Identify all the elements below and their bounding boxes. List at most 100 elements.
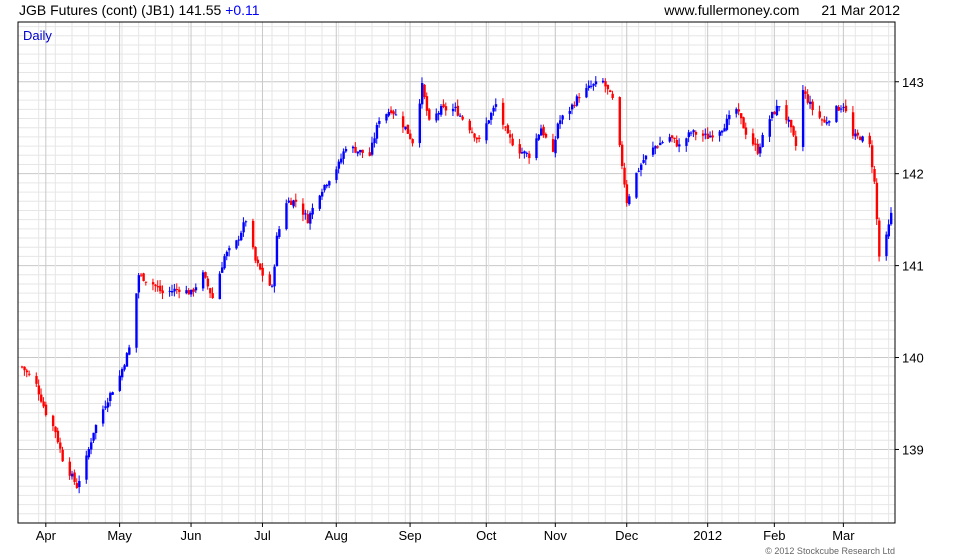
- ohlc-bar-body: [709, 135, 712, 138]
- ohlc-bar-body: [140, 274, 143, 276]
- ohlc-bar-body: [711, 135, 714, 138]
- ohlc-bar-body: [440, 106, 443, 115]
- ohlc-bar-body: [106, 402, 110, 408]
- ohlc-bar-body: [568, 110, 571, 114]
- ohlc-bar-body: [787, 119, 791, 122]
- y-axis-ticks: 139 140 141 142 143: [895, 75, 924, 457]
- ohlc-bar-body: [311, 207, 314, 215]
- ohlc-bar-body: [556, 123, 560, 139]
- ohlc-bar-body: [806, 94, 810, 103]
- ohlc-bar-body: [475, 137, 479, 140]
- ohlc-bar-body: [101, 409, 105, 424]
- ohlc-bar-body: [359, 149, 362, 153]
- ohlc-bar-body: [392, 111, 395, 115]
- ohlc-bar-body: [301, 203, 305, 215]
- ohlc-bar-body: [870, 145, 874, 168]
- ohlc-bar-body: [428, 109, 431, 120]
- ohlc-bar-body: [509, 134, 512, 138]
- x-tick-label: Aug: [325, 528, 348, 543]
- ohlc-bar-body: [573, 105, 576, 107]
- ohlc-bar-body: [723, 128, 726, 132]
- x-tick-label: 2012: [693, 528, 722, 543]
- ohlc-bar-body: [820, 119, 824, 121]
- ohlc-bar-body: [611, 93, 614, 98]
- ohlc-bar-body: [37, 385, 41, 395]
- ohlc-bar-body: [790, 119, 793, 128]
- ohlc-bar-body: [690, 132, 693, 134]
- ohlc-bar-body: [128, 347, 131, 355]
- ohlc-bar-body: [494, 104, 498, 107]
- x-tick-label: Dec: [615, 528, 639, 543]
- ohlc-bar-body: [325, 184, 329, 187]
- ohlc-bar-body: [178, 289, 181, 292]
- ohlc-bar-body: [823, 119, 826, 123]
- ohlc-bar-body: [678, 144, 681, 147]
- ohlc-bar-body: [492, 107, 495, 112]
- x-tick-label: Apr: [36, 528, 57, 543]
- ohlc-bar-body: [168, 290, 172, 292]
- ohlc-bar-body: [78, 481, 81, 487]
- ohlc-bar-body: [425, 96, 429, 111]
- ohlc-bar-body: [209, 288, 212, 294]
- ohlc-bar-body: [890, 212, 893, 225]
- ohlc-bar-body: [344, 148, 348, 152]
- ohlc-bar-body: [701, 133, 705, 136]
- ohlc-bar-body: [161, 290, 164, 294]
- ohlc-bar-body: [409, 133, 412, 139]
- ohlc-bar-body: [111, 392, 114, 395]
- ohlc-bar-body: [794, 136, 798, 147]
- ohlc-bar-body: [720, 130, 724, 133]
- ohlc-bar-body: [785, 105, 788, 121]
- ohlc-bar-body: [506, 125, 510, 134]
- ohlc-bar-body: [244, 221, 248, 223]
- ohlc-bar-body: [835, 105, 838, 122]
- ohlc-bar-body: [28, 373, 31, 375]
- ohlc-bar-body: [885, 234, 888, 257]
- ohlc-bar-body: [644, 155, 648, 160]
- ohlc-bar-body: [335, 169, 338, 180]
- ohlc-bar-body: [523, 151, 526, 154]
- ohlc-bar-body: [459, 115, 462, 117]
- ohlc-bar-body: [242, 222, 245, 233]
- ohlc-bar-body: [754, 143, 757, 145]
- ohlc-bar-body: [92, 432, 95, 441]
- ohlc-bar-body: [109, 393, 112, 402]
- ohlc-bar-body: [675, 139, 679, 147]
- ohlc-bar-body: [192, 289, 195, 292]
- ohlc-bar-body: [635, 172, 638, 198]
- ohlc-bar-body: [444, 106, 448, 111]
- ohlc-bar-body: [125, 353, 129, 367]
- ohlc-bar-body: [361, 149, 364, 153]
- ohlc-bar-body: [804, 91, 807, 94]
- ohlc-bar-body: [404, 126, 407, 130]
- ohlc-bar-body: [770, 112, 774, 119]
- ohlc-bar-body: [751, 133, 755, 145]
- ohlc-bar-body: [706, 133, 710, 139]
- ohlc-bar-body: [292, 200, 295, 207]
- ohlc-bar-body: [51, 415, 55, 427]
- ohlc-bar-body: [154, 284, 157, 287]
- ohlc-bar-body: [554, 139, 557, 154]
- ohlc-bar-body: [94, 424, 98, 434]
- ohlc-bar-body: [511, 138, 514, 146]
- ohlc-bar-body: [206, 278, 210, 287]
- ohlc-bar-body: [354, 146, 357, 153]
- ohlc-bar-body: [620, 144, 624, 167]
- x-tick-label: Feb: [763, 528, 785, 543]
- ohlc-bar-body: [287, 200, 291, 203]
- ohlc-bar-body: [818, 111, 821, 118]
- ohlc-bar-body: [456, 105, 460, 116]
- ohlc-bar-body: [268, 274, 272, 286]
- x-tick-label: Nov: [544, 528, 568, 543]
- ohlc-bar-body: [685, 138, 688, 146]
- ohlc-bar-body: [423, 84, 426, 98]
- ohlc-bar-body: [575, 96, 579, 106]
- ohlc-bar-body: [842, 106, 845, 108]
- x-tick-label: Jul: [254, 528, 271, 543]
- x-tick-label: Jun: [181, 528, 202, 543]
- ohlc-bar-body: [487, 120, 491, 124]
- ohlc-bar-body: [185, 290, 188, 294]
- ohlc-bar-body: [878, 220, 881, 257]
- ohlc-bar-body: [228, 248, 231, 251]
- ohlc-bar-body: [478, 137, 481, 140]
